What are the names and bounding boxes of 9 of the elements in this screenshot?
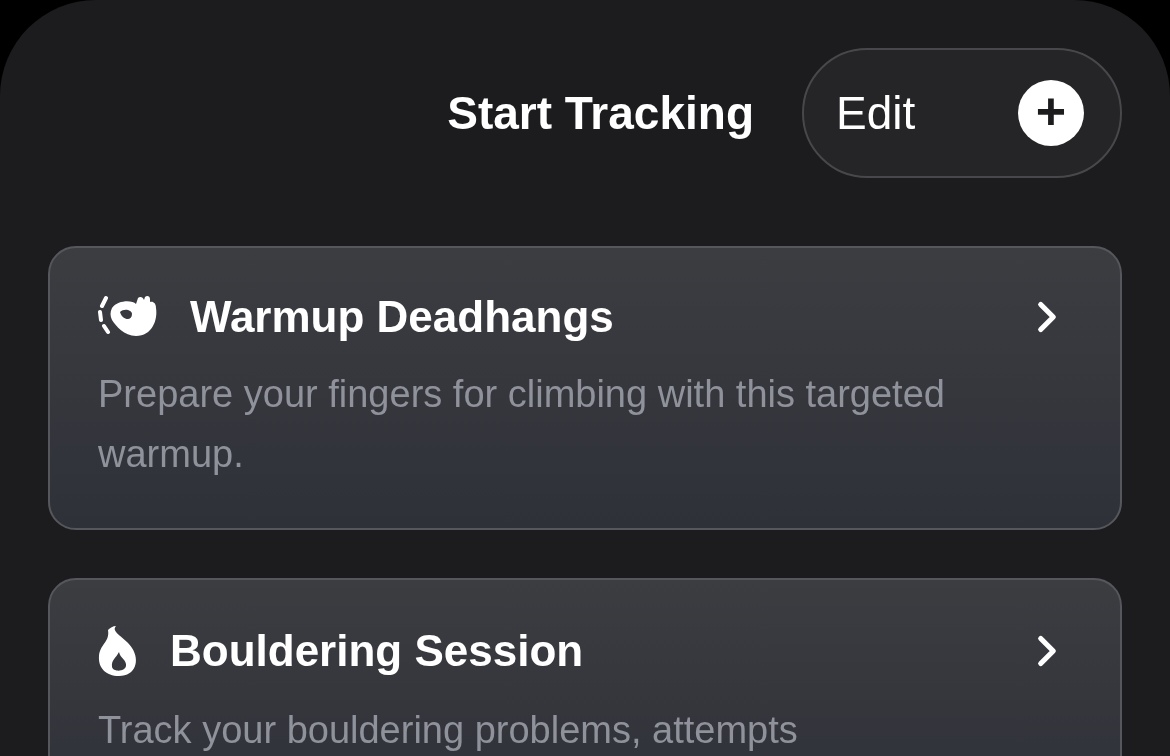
card-title: Bouldering Session xyxy=(170,626,585,676)
workout-card[interactable]: Warmup Deadhangs Prepare your fingers for climbing with this targeted warmup. xyxy=(48,246,1122,530)
edit-button[interactable]: Edit xyxy=(836,86,916,140)
page-title: Start Tracking xyxy=(447,86,754,140)
card-description: Prepare your fingers for climbing with this targeted warmup. xyxy=(98,372,946,477)
card-title: Warmup Deadhangs xyxy=(190,292,615,342)
add-button[interactable]: + xyxy=(1018,80,1084,146)
card-description: Track your bouldering problems, attempts xyxy=(98,708,799,753)
workout-card[interactable]: Bouldering Session Track your bouldering problems, attempts xyxy=(48,578,1122,756)
